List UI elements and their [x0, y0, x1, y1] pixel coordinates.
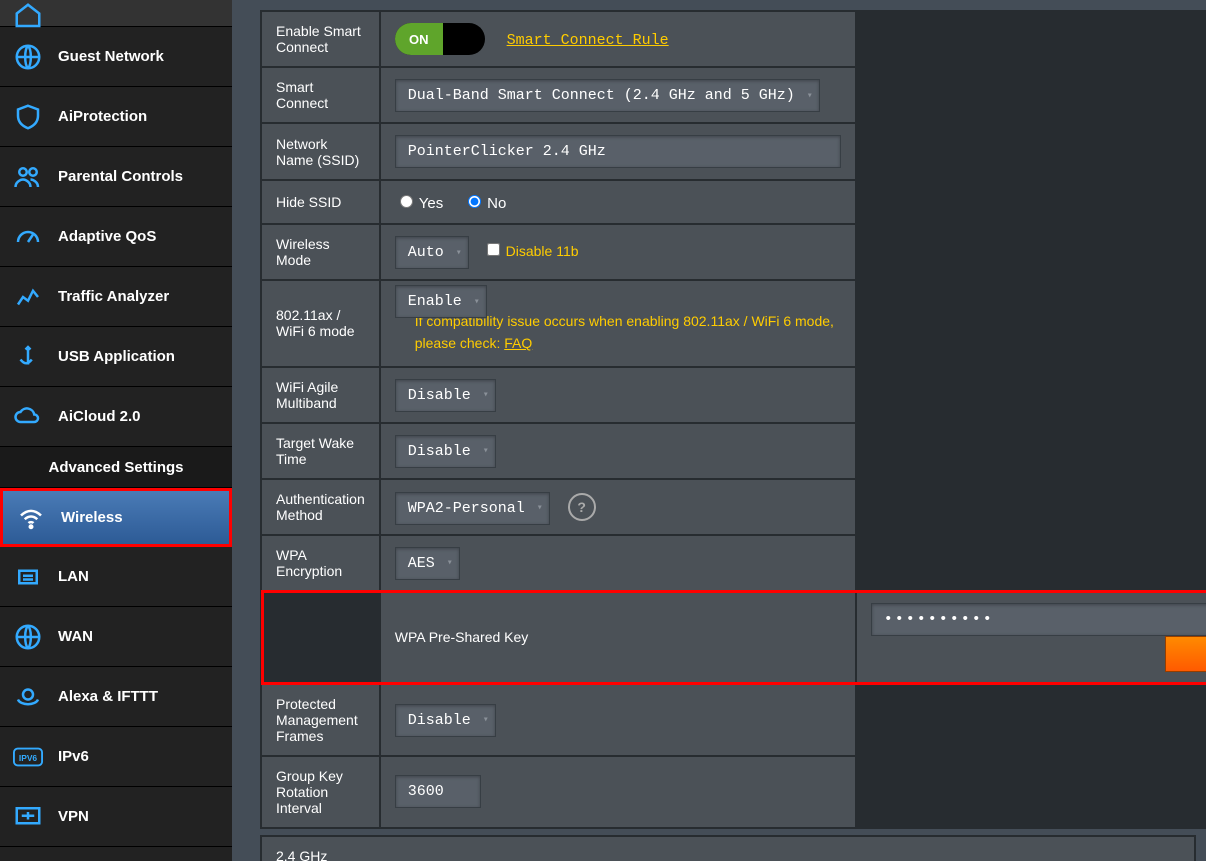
label-wpa-encryption: WPA Encryption — [262, 536, 379, 590]
sidebar-item-ipv6[interactable]: IPV6 IPv6 — [0, 727, 232, 787]
faq-link[interactable]: FAQ — [504, 335, 532, 351]
usb-icon — [12, 341, 44, 373]
hide-ssid-yes-radio[interactable] — [400, 195, 413, 208]
globe-icon — [12, 41, 44, 73]
auth-method-select[interactable]: WPA2-Personal — [395, 492, 550, 525]
label-enable-smart-connect: Enable Smart Connect — [262, 12, 379, 66]
vpn-icon — [12, 801, 44, 833]
twt-select[interactable]: Disable — [395, 435, 496, 468]
smart-connect-rule-link[interactable]: Smart Connect Rule — [507, 32, 669, 49]
wpa-psk-input[interactable]: •••••••••• — [871, 603, 1206, 636]
agile-select[interactable]: Disable — [395, 379, 496, 412]
hide-ssid-no[interactable]: No — [463, 195, 506, 212]
sidebar-item-aiprotection[interactable]: AiProtection — [0, 87, 232, 147]
sidebar-label: AiCloud 2.0 — [58, 408, 141, 425]
disable-11b-checkbox[interactable] — [487, 243, 500, 256]
sidebar-item-alexa-ifttt[interactable]: Alexa & IFTTT — [0, 667, 232, 727]
sidebar-item-parental-controls[interactable]: Parental Controls — [0, 147, 232, 207]
smart-connect-toggle[interactable]: ON — [395, 23, 485, 55]
label-hide-ssid: Hide SSID — [262, 181, 379, 223]
disable-11b-label: Disable 11b — [506, 243, 579, 259]
sidebar-label: IPv6 — [58, 748, 89, 765]
people-icon — [12, 161, 44, 193]
hide-ssid-no-radio[interactable] — [468, 195, 481, 208]
ssid-input[interactable]: PointerClicker 2.4 GHz — [395, 135, 841, 168]
ipv6-icon: IPV6 — [12, 741, 44, 773]
sidebar-item-usb-application[interactable]: USB Application — [0, 327, 232, 387]
sidebar-label: Guest Network — [58, 48, 164, 65]
sidebar: Guest Network AiProtection Parental Cont… — [0, 0, 232, 861]
sidebar-label: LAN — [58, 568, 89, 585]
wireless-settings-table: Enable Smart Connect ON Smart Connect Ru… — [260, 10, 1206, 829]
sidebar-item-guest-network[interactable]: Guest Network — [0, 27, 232, 87]
sidebar-label: Adaptive QoS — [58, 228, 156, 245]
label-wpa-psk: WPA Pre-Shared Key — [381, 592, 855, 683]
section-24ghz-header: 2.4 GHz — [262, 837, 1194, 861]
sidebar-item-wireless[interactable]: Wireless — [0, 488, 232, 547]
hide-ssid-yes[interactable]: Yes — [395, 195, 443, 212]
sidebar-label: Wireless — [61, 509, 123, 526]
lan-icon — [12, 561, 44, 593]
label-wireless-mode: Wireless Mode — [262, 225, 379, 279]
label-ssid: Network Name (SSID) — [262, 124, 379, 179]
sidebar-item-adaptive-qos[interactable]: Adaptive QoS — [0, 207, 232, 267]
sidebar-label: AiProtection — [58, 108, 147, 125]
sidebar-label: Alexa & IFTTT — [58, 688, 158, 705]
wifi-icon — [15, 502, 47, 534]
label-smart-connect: Smart Connect — [262, 68, 379, 122]
sidebar-label: VPN — [58, 808, 89, 825]
band-24ghz-table: 2.4 GHz Channel bandwidth 20/40 MHz Cont… — [260, 835, 1196, 861]
sidebar-label: Parental Controls — [58, 168, 183, 185]
label-wifi6: 802.11ax / WiFi 6 mode — [262, 281, 379, 366]
gkri-input[interactable]: 3600 — [395, 775, 481, 808]
sidebar-label: USB Application — [58, 348, 175, 365]
smart-connect-select[interactable]: Dual-Band Smart Connect (2.4 GHz and 5 G… — [395, 79, 820, 112]
label-gkri: Group Key Rotation Interval — [262, 757, 379, 827]
label-agile-multiband: WiFi Agile Multiband — [262, 368, 379, 422]
sidebar-item-vpn[interactable]: VPN — [0, 787, 232, 847]
sidebar-label: Traffic Analyzer — [58, 288, 169, 305]
pmf-select[interactable]: Disable — [395, 704, 496, 737]
sidebar-label: WAN — [58, 628, 93, 645]
label-pmf: Protected Management Frames — [262, 685, 379, 755]
sidebar-item-wan[interactable]: WAN — [0, 607, 232, 667]
wifi6-select[interactable]: Enable — [395, 285, 487, 318]
voice-icon — [12, 681, 44, 713]
label-auth-method: Authentication Method — [262, 480, 379, 534]
svg-text:IPV6: IPV6 — [19, 752, 38, 762]
wpa-encryption-select[interactable]: AES — [395, 547, 460, 580]
wireless-mode-select[interactable]: Auto — [395, 236, 469, 269]
sidebar-item-home[interactable] — [0, 0, 232, 27]
danger-badge: Danger — [1165, 636, 1206, 672]
sidebar-item-aicloud[interactable]: AiCloud 2.0 — [0, 387, 232, 447]
analytics-icon — [12, 281, 44, 313]
sidebar-item-traffic-analyzer[interactable]: Traffic Analyzer — [0, 267, 232, 327]
main-content: Enable Smart Connect ON Smart Connect Ru… — [232, 0, 1206, 861]
gauge-icon — [12, 221, 44, 253]
label-twt: Target Wake Time — [262, 424, 379, 478]
help-icon[interactable]: ? — [568, 493, 596, 521]
globe-icon — [12, 621, 44, 653]
shield-icon — [12, 101, 44, 133]
sidebar-item-lan[interactable]: LAN — [0, 547, 232, 607]
advanced-settings-header: Advanced Settings — [0, 447, 232, 488]
cloud-icon — [12, 401, 44, 433]
